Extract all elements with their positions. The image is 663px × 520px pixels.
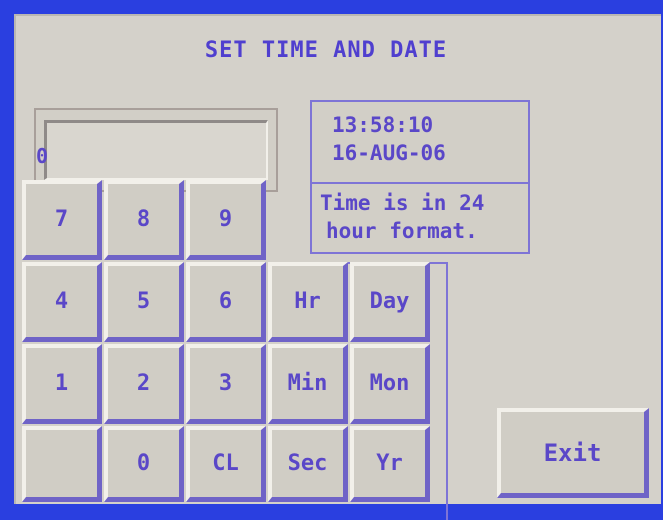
day-button[interactable]: Day (350, 262, 430, 342)
time-date-panel: 13:58:10 16-AUG-06 Time is in 24 hour fo… (310, 100, 530, 254)
month-button[interactable]: Mon (350, 344, 430, 424)
current-time: 13:58:10 (332, 113, 434, 137)
key-3[interactable]: 3 (186, 344, 266, 424)
key-5[interactable]: 5 (104, 262, 184, 342)
blank-key[interactable] (22, 426, 102, 502)
format-note-line2: hour format. (326, 219, 478, 243)
year-button[interactable]: Yr (350, 426, 430, 502)
format-note-line1: Time is in 24 (320, 191, 485, 215)
entry-display-well (44, 120, 268, 180)
key-0[interactable]: 0 (104, 426, 184, 502)
entry-value: 0 (36, 144, 49, 168)
clear-button[interactable]: CL (186, 426, 266, 502)
second-button[interactable]: Sec (268, 426, 348, 502)
key-2[interactable]: 2 (104, 344, 184, 424)
key-4[interactable]: 4 (22, 262, 102, 342)
screen-title: SET TIME AND DATE (204, 38, 448, 63)
exit-button[interactable]: Exit (497, 408, 649, 498)
current-date: 16-AUG-06 (332, 141, 446, 165)
key-6[interactable]: 6 (186, 262, 266, 342)
hour-button[interactable]: Hr (268, 262, 348, 342)
key-7[interactable]: 7 (22, 180, 102, 260)
key-9[interactable]: 9 (186, 180, 266, 260)
key-1[interactable]: 1 (22, 344, 102, 424)
key-8[interactable]: 8 (104, 180, 184, 260)
minute-button[interactable]: Min (268, 344, 348, 424)
info-divider (312, 182, 528, 184)
